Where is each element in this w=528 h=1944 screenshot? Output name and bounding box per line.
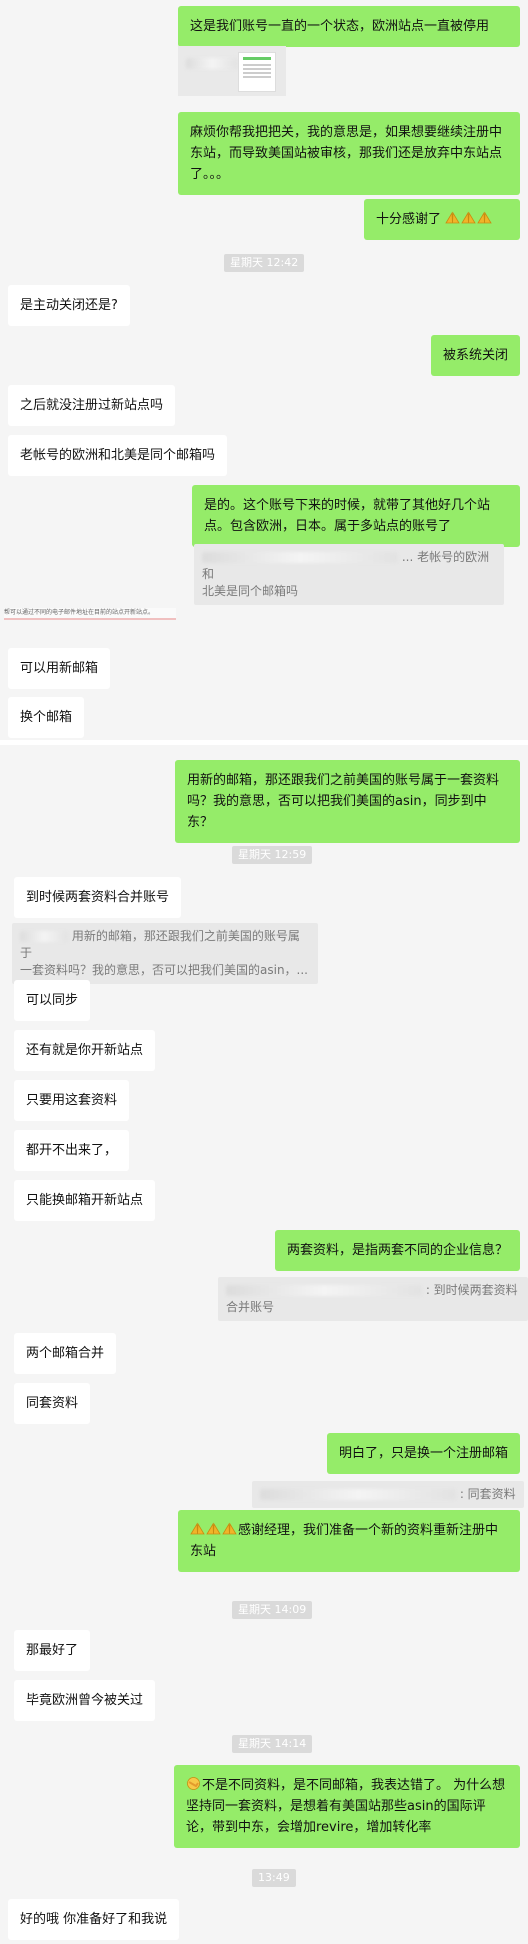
prayer-hands-icon [445,211,493,227]
message-incoming[interactable]: 都开不出来了， [14,1130,130,1171]
quoted-reply[interactable]: : 同套资料 [252,1481,524,1508]
message-incoming[interactable]: 同套资料 [14,1383,91,1424]
message-outgoing[interactable]: 明白了，只是换一个注册邮箱 [326,1433,520,1474]
quoted-reply[interactable]: 用新的邮箱，那还跟我们之前美国的账号属于 一套资料吗？我的意思，否可以把我们美国… [12,923,318,984]
chat-panel-top: 这是我们账号一直的一个状态，欧洲站点一直被停用 麻烦你帮我把把关，我的意思是，如… [0,0,528,740]
quoted-reply[interactable]: ... 老帐号的欧洲和 北美是同个邮箱吗 [194,544,504,605]
message-incoming[interactable]: 还有就是你开新站点 [14,1030,156,1071]
message-outgoing[interactable]: 是的。这个账号下来的时候，就带了其他好几个站点。包含欧洲，日本。属于多站点的账号… [192,485,520,547]
message-outgoing[interactable]: 不是不同资料，是不同邮箱，我表达错了。 为什么想坚持同一套资料，是想着有美国站那… [174,1765,520,1848]
message-outgoing[interactable]: 麻烦你帮我把把关，我的意思是，如果想要继续注册中东站，而导致美国站被审核，那我们… [178,112,520,195]
message-incoming[interactable]: 两个邮箱合并 [14,1333,117,1374]
timestamp: 星期天 14:14 [232,1735,313,1753]
image-preview [238,52,276,92]
message-incoming[interactable]: 老帐号的欧洲和北美是同个邮箱吗 [8,435,228,476]
message-incoming[interactable]: 好的哦 你准备好了和我说 [8,1899,180,1940]
message-outgoing[interactable]: 这是我们账号一直的一个状态，欧洲站点一直被停用 [178,6,520,47]
message-outgoing[interactable]: 被系统关闭 [430,335,520,376]
chat-panel-bottom: 用新的邮箱，那还跟我们之前美国的账号属于一套资料吗？我的意思，否可以把我们美国的… [0,745,528,1944]
message-outgoing[interactable]: 感谢经理，我们准备一个新的资料重新注册中东站 [178,1510,520,1572]
screenshot-strip[interactable]: 帮可以通过不同的电子邮件地址在目前的站点开新站点。 [4,608,176,620]
quoted-reply[interactable]: : 到时候两套资料 合并账号 [218,1277,528,1321]
message-outgoing[interactable]: 两套资料，是指两套不同的企业信息？ [274,1230,520,1271]
prayer-hands-icon [190,1522,238,1538]
message-incoming[interactable]: 只要用这套资料 [14,1080,130,1121]
message-incoming[interactable]: 之后就没注册过新站点吗 [8,385,176,426]
message-incoming[interactable]: 到时候两套资料合并账号 [14,877,182,918]
message-incoming[interactable]: 可以用新邮箱 [8,648,111,689]
timestamp: 13:49 [252,1869,296,1887]
timestamp: 星期天 12:42 [224,254,305,272]
message-incoming[interactable]: 是主动关闭还是? [8,285,130,326]
message-incoming[interactable]: 那最好了 [14,1630,91,1671]
facepalm-emoji-icon [186,1777,202,1793]
message-incoming[interactable]: 可以同步 [14,980,91,1021]
message-incoming[interactable]: 换个邮箱 [8,697,85,738]
message-incoming[interactable]: 只能换邮箱开新站点 [14,1180,156,1221]
timestamp: 星期天 12:59 [232,846,313,864]
timestamp: 星期天 14:09 [232,1601,313,1619]
message-outgoing[interactable]: 用新的邮箱，那还跟我们之前美国的账号属于一套资料吗？我的意思，否可以把我们美国的… [175,760,520,843]
message-incoming[interactable]: 毕竟欧洲曾今被关过 [14,1680,156,1721]
screenshot-thumbnail[interactable] [178,46,286,96]
message-outgoing[interactable]: 十分感谢了 [364,199,520,240]
